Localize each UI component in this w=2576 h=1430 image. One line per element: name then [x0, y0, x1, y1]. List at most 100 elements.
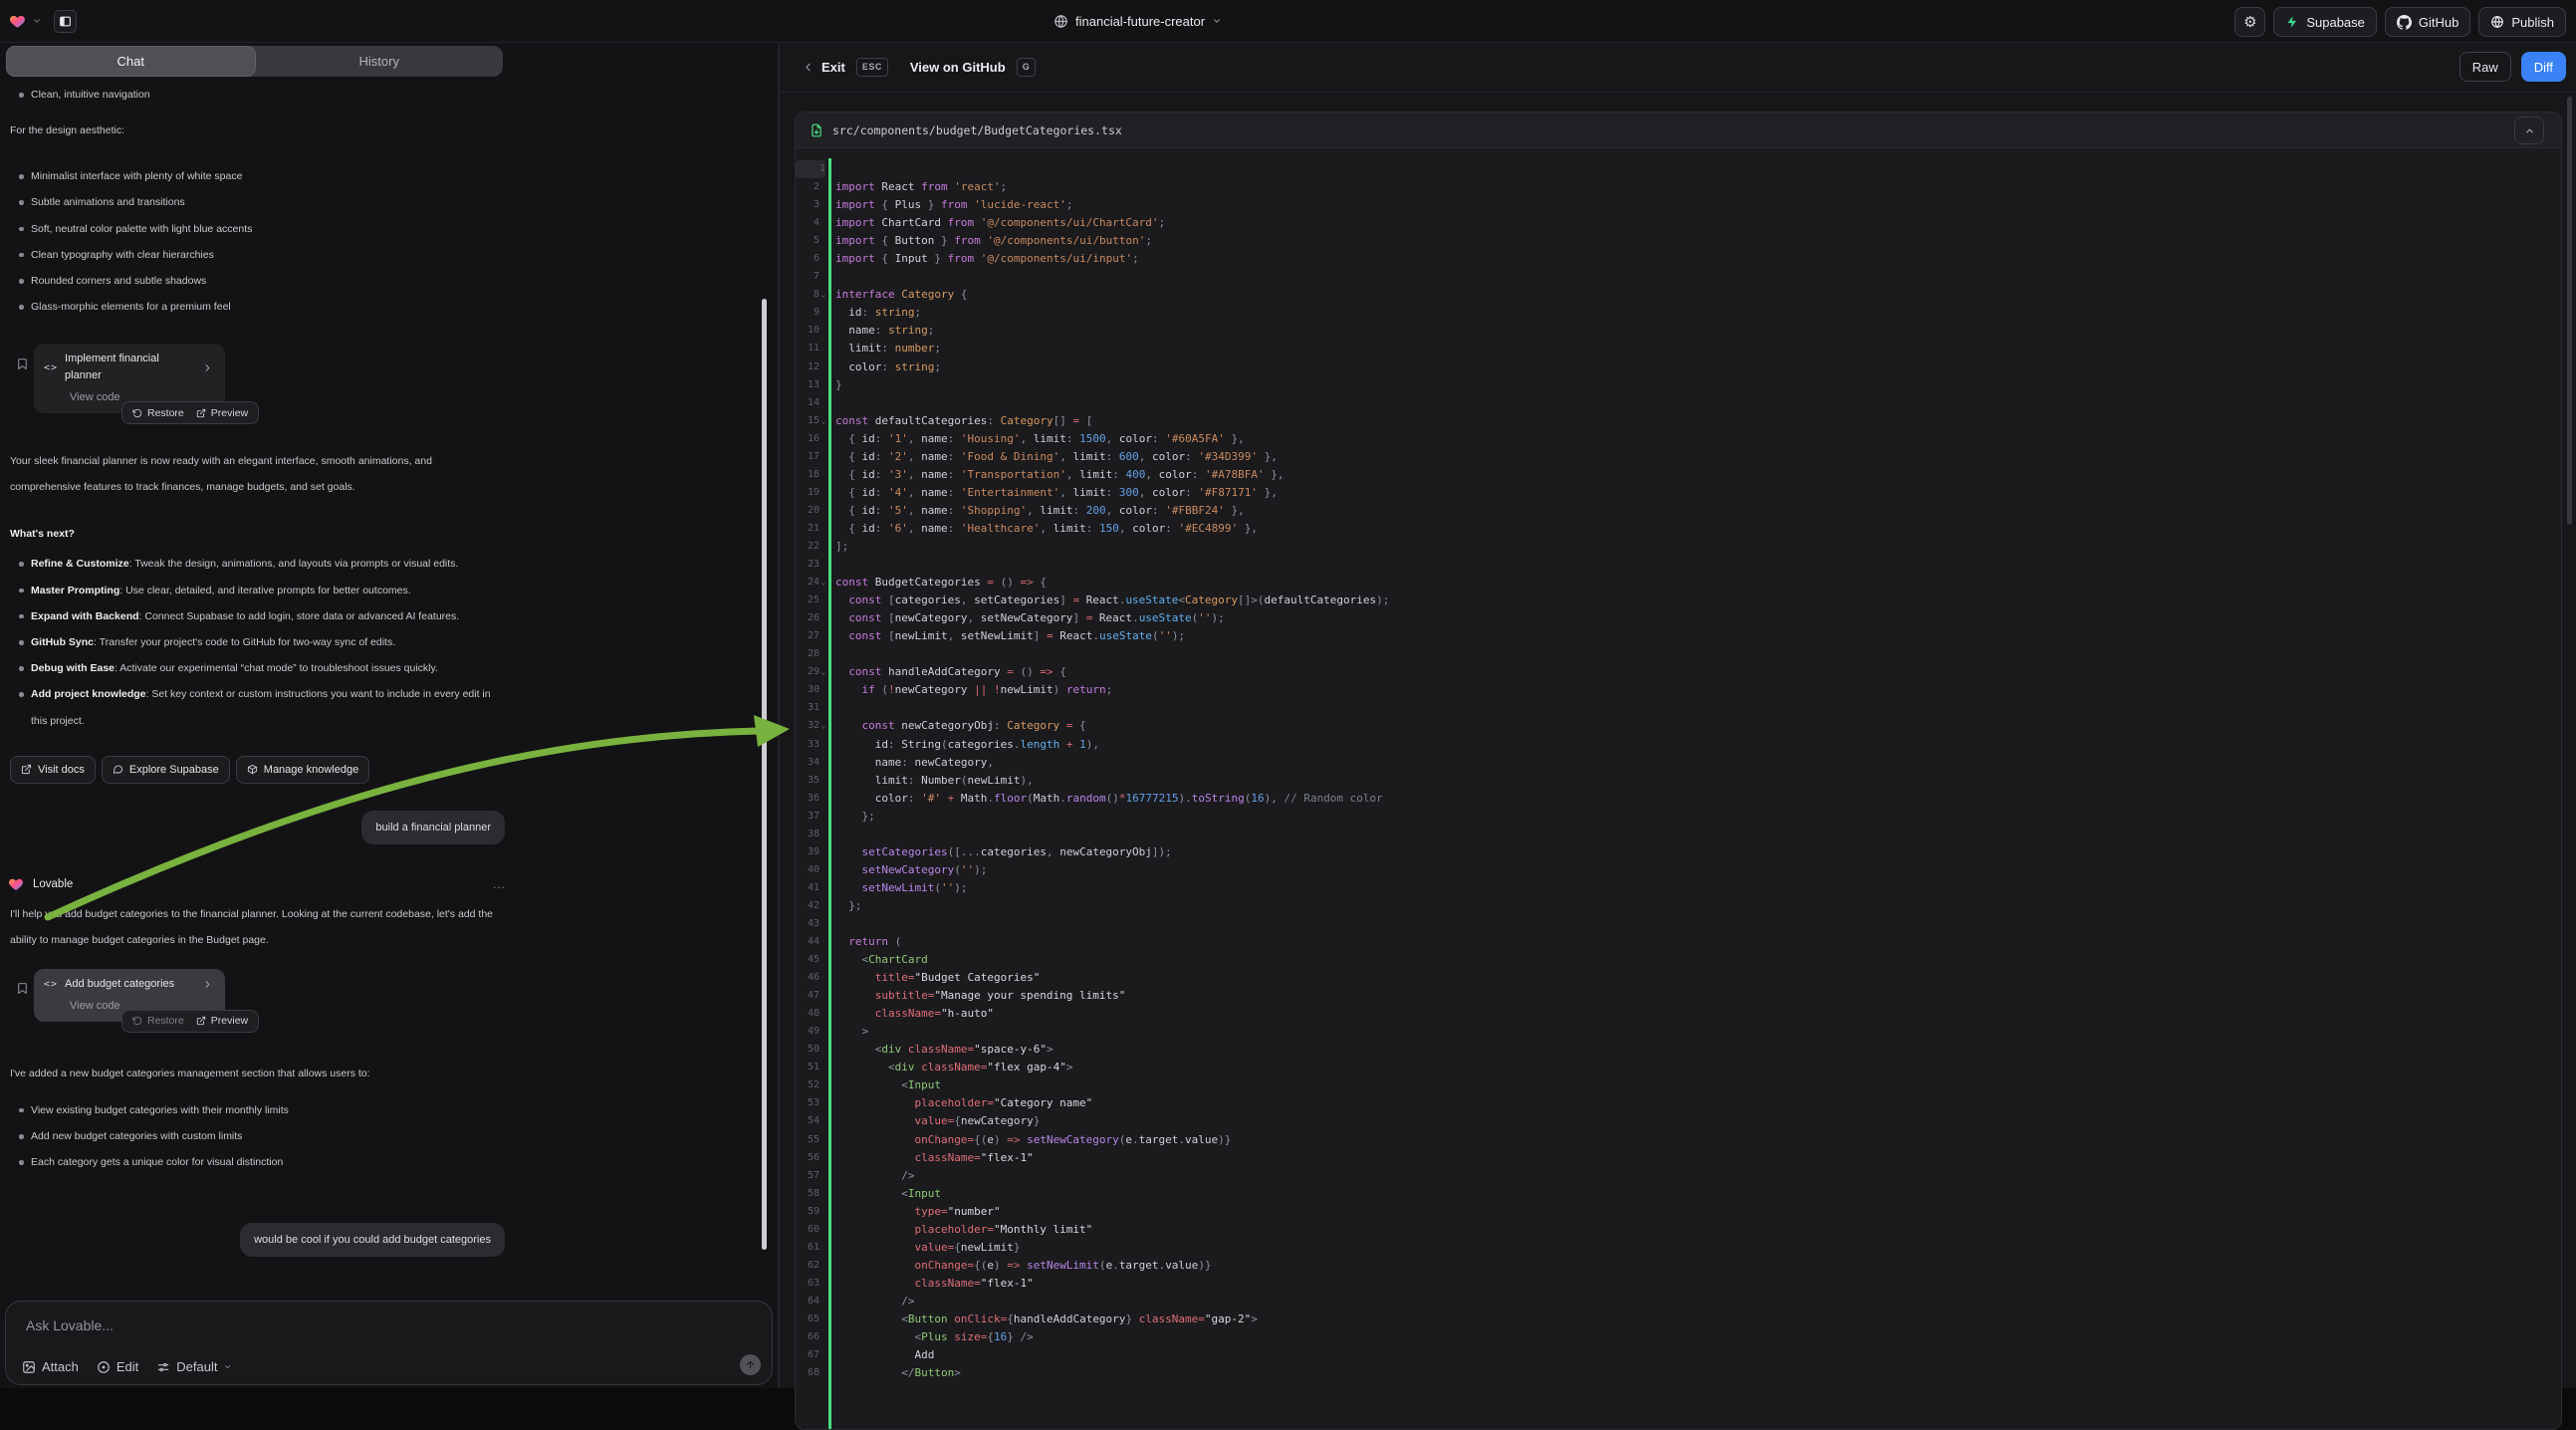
code-line: 28 — [796, 645, 2561, 663]
chat-scrollbar[interactable] — [762, 299, 767, 1250]
edit-mode-button[interactable]: Edit — [97, 1359, 138, 1374]
fold-chevron-icon[interactable]: ⌄ — [819, 574, 828, 592]
line-number: 60 — [796, 1221, 820, 1239]
code-line: 25 const [categories, setCategories] = R… — [796, 592, 2561, 609]
supabase-button[interactable]: Supabase — [2273, 7, 2377, 37]
chat-icon — [113, 764, 123, 775]
code-line: 3import { Plus } from 'lucide-react'; — [796, 196, 2561, 214]
code-line: 67 Add — [796, 1346, 2561, 1364]
publish-label: Publish — [2511, 15, 2554, 30]
fold-chevron-icon[interactable]: ⌄ — [819, 663, 828, 681]
fold-chevron-icon[interactable]: ⌄ — [819, 412, 828, 430]
publish-button[interactable]: Publish — [2478, 7, 2566, 37]
chat-scroll-area[interactable]: Clean, intuitive navigationFor the desig… — [0, 77, 762, 1294]
chevright-icon — [202, 362, 213, 373]
restore-button[interactable]: Restore — [132, 1008, 184, 1034]
line-number: 42 — [796, 897, 820, 915]
chat-composer[interactable]: Ask Lovable... Attach Edit Default — [5, 1301, 773, 1385]
line-number: 59 — [796, 1203, 820, 1221]
version-card[interactable]: <>Implement financial plannerView codeRe… — [34, 344, 225, 413]
sliders-icon — [156, 1360, 170, 1374]
fold-chevron-icon[interactable]: ⌄ — [819, 286, 828, 304]
line-number: 50 — [796, 1041, 820, 1059]
tab-chat[interactable]: Chat — [6, 46, 256, 77]
code-editor[interactable]: 12import React from 'react';3import { Pl… — [796, 148, 2561, 1430]
manage-knowledge-button[interactable]: Manage knowledge — [236, 756, 369, 784]
line-number: 37 — [796, 808, 820, 826]
visit-docs-button[interactable]: Visit docs — [10, 756, 96, 784]
code-line: 43 — [796, 915, 2561, 933]
line-number: 43 — [796, 915, 820, 933]
explore-supabase-button[interactable]: Explore Supabase — [102, 756, 230, 784]
list-item: Add project knowledge: Set key context o… — [10, 681, 500, 733]
code-line: 2import React from 'react'; — [796, 178, 2561, 196]
message-menu-button[interactable]: ... — [493, 871, 506, 897]
restore-icon — [132, 408, 142, 418]
paragraph-text: I've added a new budget categories manag… — [10, 1061, 500, 1086]
code-line: 45 <ChartCard — [796, 951, 2561, 969]
list-item: Rounded corners and subtle shadows — [10, 268, 500, 294]
code-icon: <> — [44, 976, 58, 993]
line-number: 24 — [796, 574, 820, 592]
line-number: 9 — [796, 304, 820, 322]
line-number: 61 — [796, 1239, 820, 1257]
code-line: 30 if (!newCategory || !newLimit) return… — [796, 681, 2561, 699]
project-chevron-icon — [1212, 16, 1222, 26]
code-line: 15⌄const defaultCategories: Category[] =… — [796, 412, 2561, 430]
exit-button[interactable]: Exit — [821, 60, 845, 75]
project-switcher[interactable]: financial-future-creator — [1054, 0, 1222, 42]
code-scrollbar[interactable] — [2567, 97, 2572, 525]
attach-button[interactable]: Attach — [22, 1359, 79, 1374]
line-number: 1 — [796, 160, 825, 178]
settings-button[interactable]: ⚙ — [2234, 7, 2265, 37]
code-line: 34 name: newCategory, — [796, 754, 2561, 772]
supabase-bolt-icon — [2285, 15, 2299, 29]
diff-tab[interactable]: Diff — [2521, 52, 2566, 82]
chat-paragraph: I'll help you add budget categories to t… — [10, 901, 500, 953]
send-button[interactable] — [740, 1354, 761, 1375]
toggle-sidebar-button[interactable] — [54, 10, 77, 33]
preview-button[interactable]: Preview — [196, 400, 248, 426]
line-number: 22 — [796, 538, 820, 556]
chevron-left-icon[interactable] — [802, 61, 815, 74]
agent-header: Lovable... — [8, 872, 500, 896]
code-line: 61 value={newLimit} — [796, 1239, 2561, 1257]
file-path-bar[interactable]: src/components/budget/BudgetCategories.t… — [796, 113, 2561, 148]
code-line: 27 const [newLimit, setNewLimit] = React… — [796, 627, 2561, 645]
bookmark-icon — [16, 981, 29, 997]
code-line: 39 setCategories([...categories, newCate… — [796, 843, 2561, 861]
fold-chevron-icon[interactable]: ⌄ — [819, 717, 828, 735]
list-item: Glass-morphic elements for a premium fee… — [10, 294, 500, 320]
line-number: 44 — [796, 933, 820, 951]
user-message-bubble: would be cool if you could add budget ca… — [240, 1223, 505, 1257]
github-icon — [2397, 15, 2412, 30]
code-line: 18 { id: '3', name: 'Transportation', li… — [796, 466, 2561, 484]
tab-history[interactable]: History — [256, 46, 504, 77]
line-number: 57 — [796, 1167, 820, 1185]
code-line: 8⌄interface Category { — [796, 286, 2561, 304]
github-button[interactable]: GitHub — [2385, 7, 2470, 37]
version-card[interactable]: <>Add budget categoriesView codeRestoreP… — [34, 969, 225, 1022]
version-card-row: <>Implement financial plannerView codeRe… — [10, 344, 500, 413]
raw-tab[interactable]: Raw — [2459, 52, 2511, 82]
code-line: 21 { id: '6', name: 'Healthcare', limit:… — [796, 520, 2561, 538]
top-bar: financial-future-creator ⚙ Supabase GitH… — [0, 0, 2576, 43]
line-number: 2 — [796, 178, 820, 196]
gear-icon: ⚙ — [2243, 13, 2256, 31]
code-line: 6import { Input } from '@/components/ui/… — [796, 250, 2561, 268]
composer-input[interactable]: Ask Lovable... — [26, 1317, 114, 1333]
workspace-chevron-icon[interactable] — [32, 16, 42, 26]
paragraph-text: What's next? — [10, 521, 500, 547]
restore-button[interactable]: Restore — [132, 400, 184, 426]
paragraph-text: I'll help you add budget categories to t… — [10, 901, 500, 953]
line-number: 40 — [796, 861, 820, 879]
collapse-file-button[interactable] — [2514, 117, 2544, 144]
external-icon — [21, 764, 32, 775]
preview-button[interactable]: Preview — [196, 1008, 248, 1034]
model-selector[interactable]: Default — [156, 1359, 232, 1374]
line-number: 17 — [796, 448, 820, 466]
view-on-github-button[interactable]: View on GitHub — [910, 60, 1006, 75]
line-number: 27 — [796, 627, 820, 645]
lovable-logo-icon[interactable] — [9, 13, 26, 30]
code-line: 10 name: string; — [796, 322, 2561, 340]
